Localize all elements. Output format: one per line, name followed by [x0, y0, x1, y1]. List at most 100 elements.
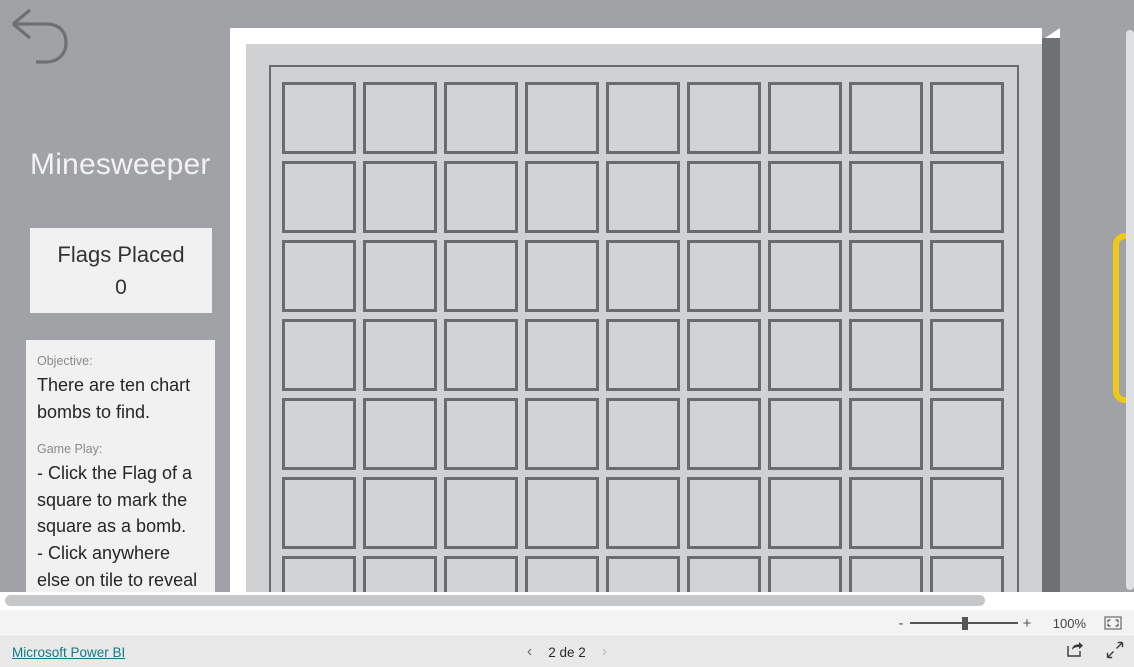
- minesweeper-tile[interactable]: [849, 319, 923, 391]
- minesweeper-tile[interactable]: [525, 319, 599, 391]
- minesweeper-tile[interactable]: [930, 477, 1004, 549]
- gameplay-heading: Game Play:: [37, 442, 103, 457]
- flags-placed-label: Flags Placed: [57, 242, 185, 268]
- vertical-scrollbar[interactable]: [1126, 30, 1134, 590]
- minesweeper-tile[interactable]: [282, 82, 356, 154]
- minesweeper-tile[interactable]: [363, 477, 437, 549]
- horizontal-scrollbar-thumb[interactable]: [5, 595, 985, 606]
- minesweeper-tile[interactable]: [606, 398, 680, 470]
- minesweeper-tile[interactable]: [849, 556, 923, 592]
- chevron-right-icon[interactable]: ›: [602, 644, 607, 660]
- minesweeper-tile[interactable]: [606, 319, 680, 391]
- minesweeper-tile[interactable]: [282, 556, 356, 592]
- gameplay-line-1: - Click the Flag of a square to mark the…: [37, 463, 193, 537]
- minesweeper-tile[interactable]: [687, 398, 761, 470]
- zoom-slider-thumb[interactable]: [962, 617, 968, 630]
- page-title: Minesweeper: [30, 148, 211, 181]
- minesweeper-tile[interactable]: [444, 161, 518, 233]
- minesweeper-tile[interactable]: [282, 161, 356, 233]
- minesweeper-tile[interactable]: [525, 398, 599, 470]
- back-arrow-icon[interactable]: [8, 6, 74, 74]
- minesweeper-tile[interactable]: [687, 240, 761, 312]
- minesweeper-tile[interactable]: [363, 82, 437, 154]
- minesweeper-tile[interactable]: [444, 556, 518, 592]
- minesweeper-tile[interactable]: [363, 319, 437, 391]
- flags-placed-card: Flags Placed 0: [30, 228, 212, 313]
- minesweeper-tile[interactable]: [930, 556, 1004, 592]
- minesweeper-tile[interactable]: [768, 398, 842, 470]
- minesweeper-tile[interactable]: [687, 477, 761, 549]
- minesweeper-grid: [282, 82, 1011, 592]
- minesweeper-tile[interactable]: [525, 161, 599, 233]
- fit-to-page-icon[interactable]: [1104, 616, 1122, 630]
- minesweeper-tile[interactable]: [849, 477, 923, 549]
- minesweeper-tile[interactable]: [687, 556, 761, 592]
- fit-to-page-glyph: [1104, 616, 1122, 630]
- minesweeper-grid-frame: [269, 65, 1019, 592]
- minesweeper-tile[interactable]: [930, 161, 1004, 233]
- minesweeper-tile[interactable]: [930, 240, 1004, 312]
- minesweeper-tile[interactable]: [768, 82, 842, 154]
- minesweeper-tile[interactable]: [768, 319, 842, 391]
- page-navigator: ‹ 2 de 2 ›: [0, 644, 1134, 660]
- minesweeper-tile[interactable]: [687, 161, 761, 233]
- minesweeper-tile[interactable]: [444, 477, 518, 549]
- minesweeper-tile[interactable]: [606, 82, 680, 154]
- report-canvas: Minesweeper Flags Placed 0 Objective: Th…: [0, 0, 1134, 592]
- minesweeper-tile[interactable]: [768, 556, 842, 592]
- minesweeper-tile[interactable]: [687, 319, 761, 391]
- fullscreen-icon[interactable]: [1106, 641, 1124, 664]
- minesweeper-tile[interactable]: [363, 398, 437, 470]
- flags-placed-value: 0: [115, 275, 127, 299]
- minesweeper-tile[interactable]: [849, 161, 923, 233]
- minesweeper-tile[interactable]: [363, 240, 437, 312]
- minesweeper-tile[interactable]: [606, 477, 680, 549]
- minesweeper-tile[interactable]: [282, 319, 356, 391]
- footer-actions: [1066, 641, 1124, 664]
- minesweeper-tile[interactable]: [930, 398, 1004, 470]
- share-glyph: [1067, 642, 1083, 657]
- minesweeper-tile[interactable]: [363, 161, 437, 233]
- chevron-left-icon[interactable]: ‹: [527, 644, 532, 660]
- minesweeper-tile[interactable]: [525, 82, 599, 154]
- zoom-slider[interactable]: [910, 616, 1018, 630]
- minesweeper-tile[interactable]: [525, 477, 599, 549]
- minesweeper-tile[interactable]: [282, 240, 356, 312]
- minesweeper-tile[interactable]: [606, 161, 680, 233]
- fullscreen-glyph: [1106, 641, 1124, 658]
- instructions-spacer: [37, 425, 204, 441]
- minesweeper-tile[interactable]: [849, 398, 923, 470]
- minesweeper-tile[interactable]: [768, 161, 842, 233]
- page-indicator-label: 2 de 2: [548, 644, 586, 660]
- report-footer: Microsoft Power BI ‹ 2 de 2 ›: [0, 637, 1134, 667]
- share-icon[interactable]: [1066, 641, 1084, 663]
- minesweeper-tile[interactable]: [849, 240, 923, 312]
- minesweeper-tile[interactable]: [282, 477, 356, 549]
- board-shadow-right: [1042, 38, 1060, 592]
- minesweeper-tile[interactable]: [444, 240, 518, 312]
- objective-heading: Objective:: [37, 354, 93, 368]
- gameplay-line-2: - Click anywhere else on tile to reveal: [37, 542, 198, 590]
- minesweeper-tile[interactable]: [525, 556, 599, 592]
- minesweeper-tile[interactable]: [606, 556, 680, 592]
- minesweeper-tile[interactable]: [444, 398, 518, 470]
- minesweeper-tile[interactable]: [444, 82, 518, 154]
- objective-text: There are ten chart bombs to find.: [37, 374, 191, 422]
- minesweeper-tile[interactable]: [849, 82, 923, 154]
- zoom-out-button[interactable]: -: [892, 616, 910, 631]
- minesweeper-tile[interactable]: [768, 477, 842, 549]
- minesweeper-tile[interactable]: [930, 82, 1004, 154]
- back-arrow-glyph: [11, 8, 68, 64]
- minesweeper-tile[interactable]: [606, 240, 680, 312]
- zoom-in-button[interactable]: +: [1018, 616, 1036, 631]
- minesweeper-tile[interactable]: [282, 398, 356, 470]
- minesweeper-tile[interactable]: [444, 319, 518, 391]
- minesweeper-tile[interactable]: [930, 319, 1004, 391]
- minesweeper-tile[interactable]: [525, 240, 599, 312]
- zoom-toolbar: - + 100%: [0, 610, 1134, 637]
- zoom-level-label: 100%: [1052, 615, 1086, 631]
- minesweeper-tile[interactable]: [687, 82, 761, 154]
- minesweeper-tile[interactable]: [363, 556, 437, 592]
- minesweeper-tile[interactable]: [768, 240, 842, 312]
- instructions-card: Objective: There are ten chart bombs to …: [26, 340, 215, 592]
